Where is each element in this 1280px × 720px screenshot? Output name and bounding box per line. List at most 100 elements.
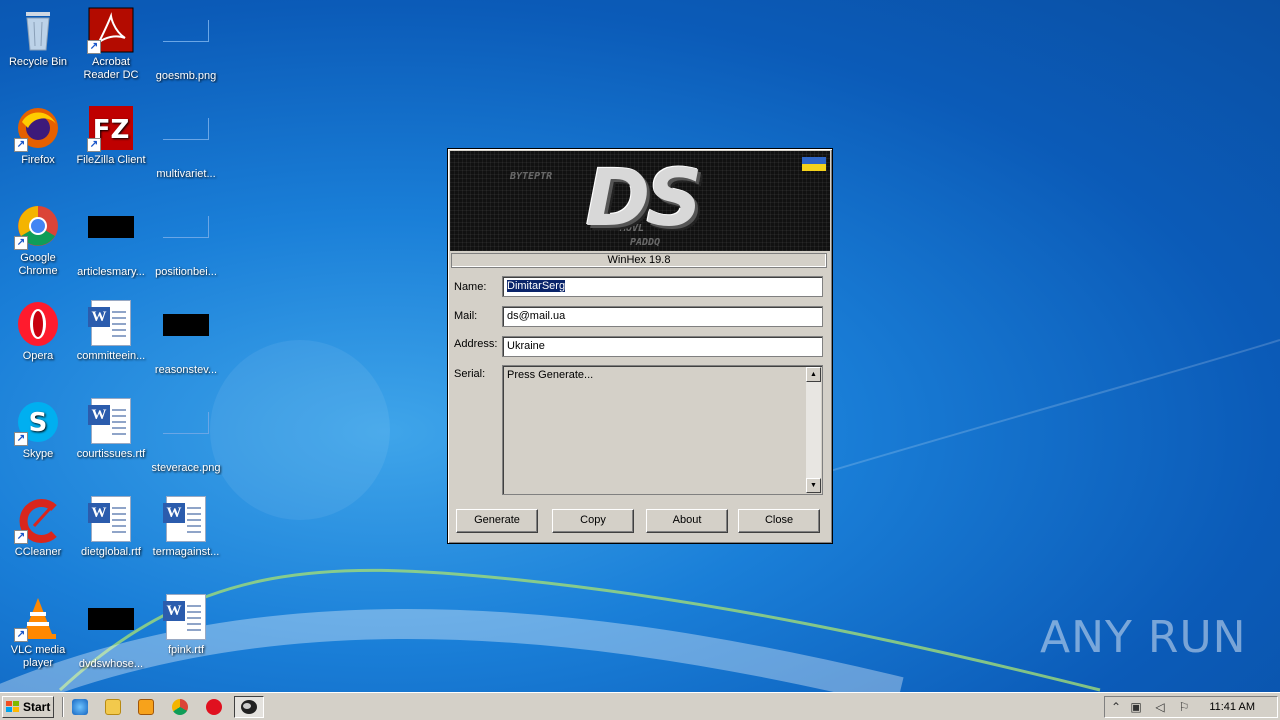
taskbar: Start ⌃ ▣ ◁ ⚐ 11:41 AM (0, 692, 1280, 720)
address-value: Ukraine (507, 340, 545, 352)
desktop-icon-label: VLC media player (10, 644, 66, 669)
network-icon[interactable]: ▣ (1129, 700, 1143, 714)
generate-button[interactable]: Generate (456, 509, 538, 533)
copy-button[interactable]: Copy (552, 509, 634, 533)
scroll-down-icon[interactable]: ▼ (806, 478, 821, 493)
desktop-icon-skype[interactable]: S ↗ Skype (0, 398, 76, 461)
shortcut-arrow-icon: ↗ (14, 432, 28, 446)
about-button[interactable]: About (646, 509, 728, 533)
address-label: Address: (454, 338, 498, 350)
desktop-icon-label: Firefox (21, 154, 55, 166)
desktop-icon-label: Skype (22, 448, 54, 460)
taskbar-separator (62, 697, 64, 717)
serial-textarea[interactable]: Press Generate... ▲ ▼ (502, 365, 823, 495)
desktop-icon-opera[interactable]: Opera (0, 300, 76, 363)
desktop-icon-filezilla[interactable]: FZ ↗ FileZilla Client (73, 104, 149, 167)
clock[interactable]: 11:41 AM (1209, 701, 1255, 713)
word-doc-icon: W (87, 300, 135, 348)
desktop-icon-label: goesmb.png (155, 70, 217, 82)
desktop-icon-termagainst[interactable]: W termagainst... (148, 496, 224, 559)
close-button[interactable]: Close (738, 509, 820, 533)
name-label: Name: (454, 281, 487, 293)
desktop-icon-vlc[interactable]: ↗ VLC media player (0, 594, 76, 670)
desktop-icon-multivariet[interactable]: multivariet... (148, 104, 224, 181)
address-field[interactable]: Ukraine (502, 336, 823, 357)
ccleaner-icon: ↗ (14, 496, 62, 544)
desktop-icon-ccleaner[interactable]: ↗ CCleaner (0, 496, 76, 559)
name-field[interactable]: DimitarSerg (502, 276, 823, 297)
chrome-taskbar-icon[interactable] (172, 699, 188, 715)
mail-label: Mail: (454, 310, 478, 322)
speaker-icon[interactable]: ◁ (1153, 700, 1167, 714)
ie-icon[interactable] (72, 699, 88, 715)
desktop-icon-courtissues[interactable]: W courtissues.rtf (73, 398, 149, 461)
image-file-icon (162, 118, 210, 166)
ds-logo: DS (585, 154, 703, 244)
explorer-icon[interactable] (105, 699, 121, 715)
keygen-dialog: BYTEPTR MOVL PADDQ DS WinHex 19.8 Name: … (447, 148, 833, 544)
desktop-icon-firefox[interactable]: ↗ Firefox (0, 104, 76, 167)
desktop-icon-steverace[interactable]: steverace.png (148, 398, 224, 475)
desktop-icon-label: courtissues.rtf (76, 448, 146, 460)
chrome-icon: ↗ (14, 202, 62, 250)
start-button[interactable]: Start (2, 696, 54, 718)
desktop-icon-acrobat[interactable]: ↗ Acrobat Reader DC (73, 6, 149, 82)
desktop-icon-dvdswhose[interactable]: dvdswhose... (73, 594, 149, 671)
desktop-icon-label: Google Chrome (18, 252, 58, 277)
image-file-icon (162, 20, 210, 68)
opera-icon (14, 300, 62, 348)
desktop-icon-reasonstev[interactable]: reasonstev... (148, 300, 224, 377)
opera-taskbar-icon[interactable] (206, 699, 222, 715)
serial-label: Serial: (454, 368, 486, 380)
recycle-bin-icon (14, 6, 62, 54)
desktop-icon-label: termagainst... (152, 546, 220, 558)
serial-scrollbar[interactable]: ▲ ▼ (806, 367, 821, 493)
desktop-icon-label: reasonstev... (154, 364, 218, 376)
desktop-icon-label: FileZilla Client (76, 154, 146, 166)
firefox-icon: ↗ (14, 104, 62, 152)
image-file-icon (162, 216, 210, 264)
scroll-up-icon[interactable]: ▲ (806, 367, 821, 382)
desktop-icon-label: Acrobat Reader DC (83, 56, 139, 81)
desktop-icon-label: steverace.png (151, 462, 221, 474)
mail-field[interactable]: ds@mail.ua (502, 306, 823, 327)
desktop-icon-dietglobal[interactable]: W dietglobal.rtf (73, 496, 149, 559)
desktop-icon-label: multivariet... (156, 168, 216, 180)
word-doc-icon: W (162, 594, 210, 642)
system-tray: ⌃ ▣ ◁ ⚐ 11:41 AM (1104, 696, 1278, 718)
shortcut-arrow-icon: ↗ (14, 138, 28, 152)
shortcut-arrow-icon: ↗ (14, 236, 28, 250)
desktop-icon-label: Opera (22, 350, 54, 362)
media-player-icon[interactable] (138, 699, 154, 715)
desktop-icon-label: dietglobal.rtf (81, 546, 141, 558)
image-file-icon (162, 412, 210, 460)
version-label: WinHex 19.8 (451, 253, 827, 268)
acrobat-icon: ↗ (87, 6, 135, 54)
name-value: DimitarSerg (507, 280, 566, 292)
word-doc-icon: W (87, 398, 135, 446)
ds-app-icon (241, 700, 257, 714)
chevron-up-icon[interactable]: ⌃ (1109, 700, 1123, 714)
flag-icon[interactable]: ⚐ (1177, 700, 1191, 714)
desktop-icon-goesmb[interactable]: goesmb.png (148, 6, 224, 83)
vlc-icon: ↗ (14, 594, 62, 642)
desktop-icon-chrome[interactable]: ↗ Google Chrome (0, 202, 76, 278)
desktop-icon-committeein[interactable]: W committeein... (73, 300, 149, 363)
desktop-icon-label: Recycle Bin (8, 56, 68, 68)
svg-text:S: S (29, 408, 48, 438)
desktop-icon-label: articlesmary... (77, 266, 145, 278)
skype-icon: S ↗ (14, 398, 62, 446)
desktop-icon-label: positionbei... (155, 266, 217, 278)
image-file-icon (162, 314, 210, 362)
banner-deco-text: BYTEPTR (510, 171, 553, 182)
keygen-task-button[interactable] (234, 696, 264, 718)
desktop-icon-recycle-bin[interactable]: Recycle Bin (0, 6, 76, 69)
word-doc-icon: W (162, 496, 210, 544)
desktop-icon-positionbei[interactable]: positionbei... (148, 202, 224, 279)
mail-value: ds@mail.ua (507, 310, 566, 322)
word-doc-icon: W (87, 496, 135, 544)
desktop-icon-articlesmary[interactable]: articlesmary... (73, 202, 149, 279)
windows-logo-icon (6, 701, 20, 713)
start-label: Start (23, 700, 51, 714)
desktop-icon-fpink[interactable]: W fpink.rtf (148, 594, 224, 657)
